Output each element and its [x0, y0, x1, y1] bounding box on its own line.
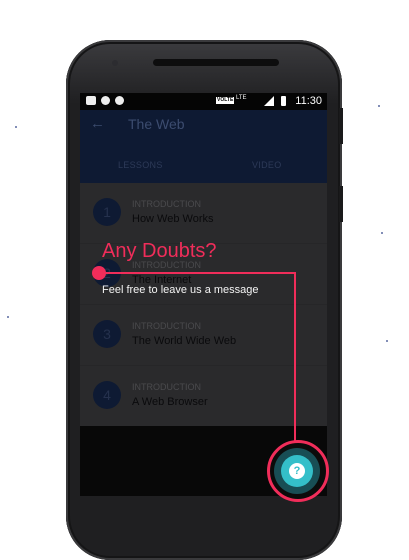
lesson-item[interactable]: 1 INTRODUCTION How Web Works	[80, 183, 327, 244]
status-time: 11:30	[295, 95, 322, 107]
help-question-icon: ?	[289, 463, 305, 479]
background-speck	[15, 126, 17, 128]
lesson-title: How Web Works	[132, 213, 214, 225]
arrow-left-icon[interactable]: ←	[90, 115, 105, 132]
background-speck	[7, 316, 9, 318]
phone-speaker	[153, 59, 279, 66]
background-speck	[378, 105, 380, 107]
power-button	[339, 186, 343, 222]
lesson-item[interactable]: 4 INTRODUCTION A Web Browser	[80, 366, 327, 427]
lesson-title: The World Wide Web	[132, 335, 237, 347]
lesson-number: 1	[93, 198, 121, 226]
page-title: The Web	[128, 116, 185, 132]
pointer-line-horizontal	[102, 272, 296, 274]
overlay-message: Feel free to leave us a message	[102, 284, 259, 296]
signal-icon	[264, 96, 274, 106]
lesson-number: 4	[93, 381, 121, 409]
app-bar: ← The Web LESSONS VIDEO	[80, 110, 327, 191]
status-bar: VOLTE LTE 11:30	[80, 93, 327, 110]
help-fab-button[interactable]: ?	[281, 455, 313, 487]
overlay-heading: Any Doubts?	[102, 240, 217, 262]
lesson-category: INTRODUCTION	[132, 321, 201, 331]
lesson-category: INTRODUCTION	[132, 199, 201, 209]
battery-icon	[281, 96, 286, 106]
background-speck	[381, 232, 383, 234]
lesson-number: 3	[93, 320, 121, 348]
tab-lessons[interactable]: LESSONS	[118, 160, 163, 170]
phone-camera	[112, 60, 118, 66]
tab-video[interactable]: VIDEO	[252, 160, 282, 170]
volte-indicator: VOLTE	[216, 97, 235, 104]
lesson-title: A Web Browser	[132, 396, 208, 408]
volume-button	[339, 108, 343, 144]
lesson-item[interactable]: 3 INTRODUCTION The World Wide Web	[80, 305, 327, 366]
youtube-notification-icon	[86, 96, 96, 105]
lesson-category: INTRODUCTION	[132, 382, 201, 392]
pointer-line-vertical	[294, 272, 296, 444]
alarm-notification-icon	[101, 96, 110, 105]
network-type: LTE	[236, 95, 247, 101]
background-speck	[386, 340, 388, 342]
call-notification-icon	[115, 96, 124, 105]
